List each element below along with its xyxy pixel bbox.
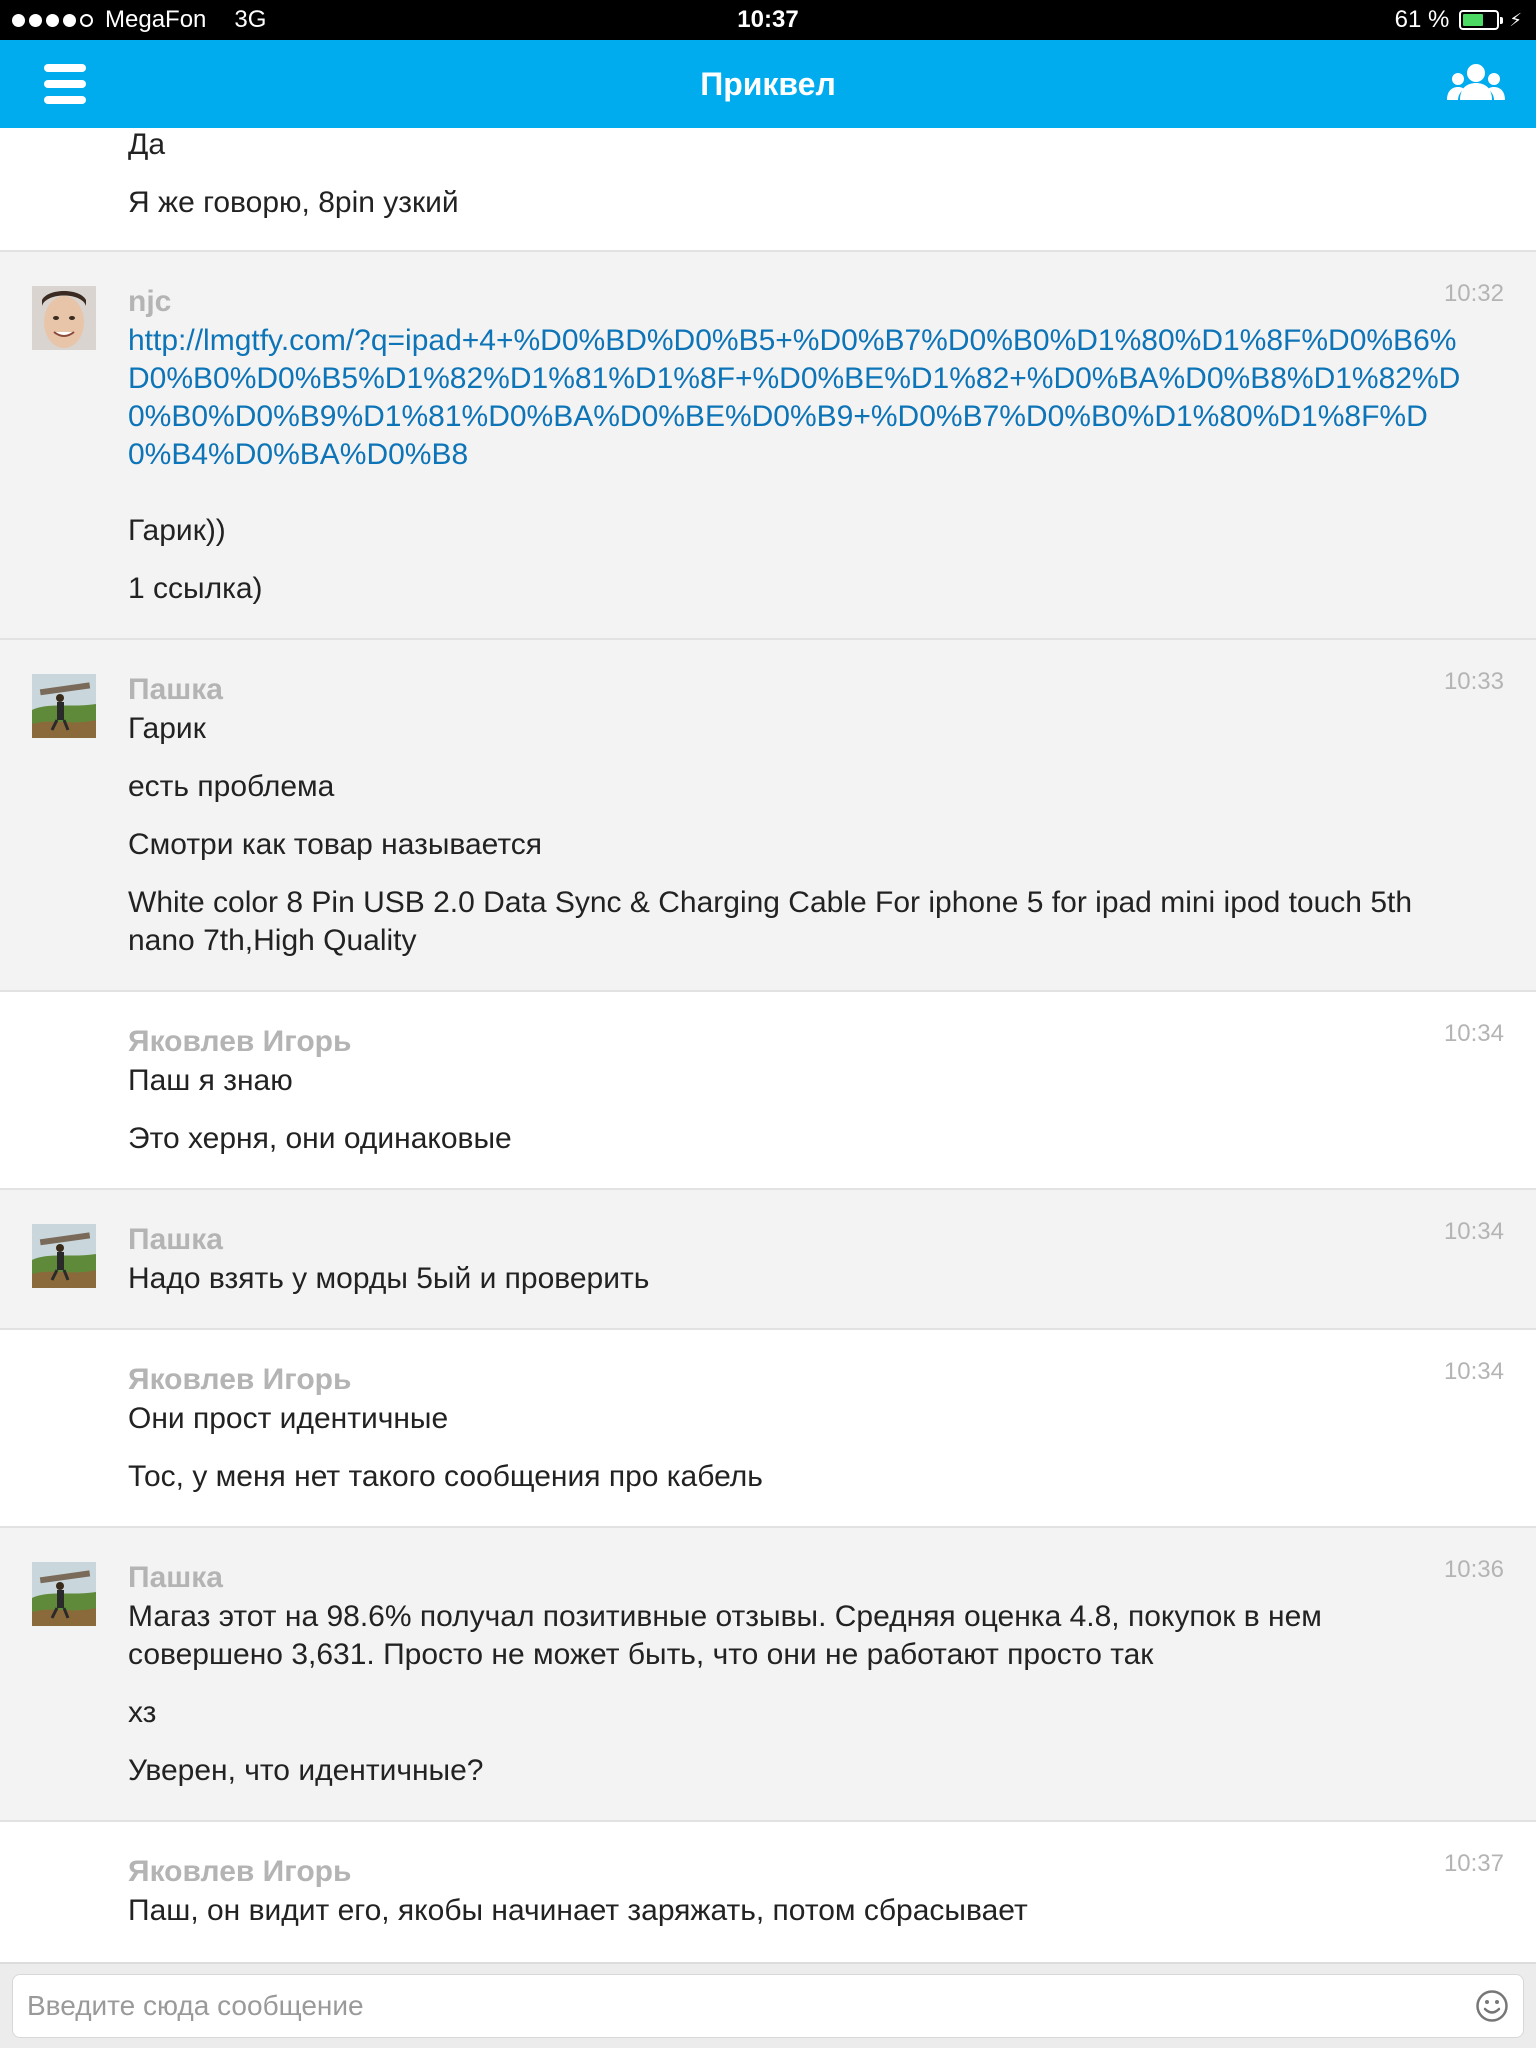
message-text: 1 ссылка) xyxy=(128,572,263,605)
sender-name: Пашка xyxy=(128,673,223,706)
message-time: 10:34 xyxy=(1443,1020,1504,1047)
message-text: Это херня, они одинаковые xyxy=(128,1122,512,1155)
message-text: Да xyxy=(128,128,166,161)
message-item: 10:37 Яковлев Игорь Паш, он видит его, я… xyxy=(0,1822,1536,1962)
message-text: Смотри как товар называется xyxy=(128,828,543,861)
sender-name: Пашка xyxy=(128,1561,223,1594)
charging-icon: ⚡ xyxy=(1509,9,1522,30)
message-text: Они прост идентичные xyxy=(128,1402,449,1435)
sender-name: njc xyxy=(128,285,172,318)
smiley-icon[interactable] xyxy=(1475,1989,1509,2023)
message-list[interactable]: Да Я же говорю, 8pin узкий 10:32 njc htt… xyxy=(0,128,1536,1962)
message-time: 10:37 xyxy=(1443,1850,1504,1877)
nav-bar: Приквел xyxy=(0,40,1536,128)
message-item: Да Я же говорю, 8pin узкий xyxy=(0,128,1536,252)
message-text: Тос, у меня нет такого сообщения про каб… xyxy=(128,1460,763,1493)
message-text: Я же говорю, 8pin узкий xyxy=(128,186,459,219)
sender-name: Пашка xyxy=(128,1223,223,1256)
avatar[interactable] xyxy=(32,1224,96,1288)
message-item: 10:32 njc http://lmgtfy.com/?q=ipad+4+%D… xyxy=(0,252,1536,640)
status-right: 61 % ⚡ xyxy=(1395,6,1522,34)
message-item: 10:33 Пашка Гарик есть проблема Смотри к… xyxy=(0,640,1536,992)
message-time: 10:34 xyxy=(1443,1358,1504,1385)
sender-name: Яковлев Игорь xyxy=(128,1855,352,1888)
message-text: Паш, он видит его, якобы начинает заряжа… xyxy=(128,1894,1028,1927)
sender-name: Яковлев Игорь xyxy=(128,1363,352,1396)
status-time: 10:37 xyxy=(737,6,799,33)
chat-title: Приквел xyxy=(700,66,836,102)
composer-bar xyxy=(0,1962,1536,2048)
message-text: Уверен, что идентичные? xyxy=(128,1754,484,1787)
battery-icon xyxy=(1459,10,1504,30)
sender-name: Яковлев Игорь xyxy=(128,1025,352,1058)
composer-box xyxy=(12,1974,1524,2038)
message-text: Гарик)) xyxy=(128,514,226,547)
message-time: 10:36 xyxy=(1443,1556,1504,1583)
message-item: 10:36 Пашка Магаз этот на 98.6% получал … xyxy=(0,1528,1536,1822)
message-text: Паш я знаю xyxy=(128,1064,293,1097)
message-text: хз xyxy=(128,1696,157,1729)
avatar[interactable] xyxy=(32,1562,96,1626)
message-text: White color 8 Pin USB 2.0 Data Sync & Ch… xyxy=(128,886,1413,957)
people-icon[interactable] xyxy=(1446,60,1506,108)
battery-percent: 61 % xyxy=(1394,6,1450,33)
avatar[interactable] xyxy=(32,674,96,738)
avatar[interactable] xyxy=(32,286,96,350)
message-item: 10:34 Яковлев Игорь Паш я знаю Это херня… xyxy=(0,992,1536,1190)
message-text: есть проблема xyxy=(128,770,335,803)
message-text: Гарик xyxy=(128,712,206,745)
message-item: 10:34 Яковлев Игорь Они прост идентичные… xyxy=(0,1330,1536,1528)
message-time: 10:32 xyxy=(1443,280,1504,307)
message-time: 10:33 xyxy=(1443,668,1504,695)
message-input[interactable] xyxy=(27,1975,1447,2037)
message-time: 10:34 xyxy=(1443,1218,1504,1245)
message-link[interactable]: http://lmgtfy.com/?q=ipad+4+%D0%BD%D0%B5… xyxy=(128,322,1536,474)
status-bar: MegaFon 3G 10:37 61 % ⚡ xyxy=(0,0,1536,40)
message-text: Надо взять у морды 5ый и проверить xyxy=(128,1262,650,1295)
message-text: Магаз этот на 98.6% получал позитивные о… xyxy=(128,1600,1322,1671)
message-item: 10:34 Пашка Надо взять у морды 5ый и про… xyxy=(0,1190,1536,1330)
